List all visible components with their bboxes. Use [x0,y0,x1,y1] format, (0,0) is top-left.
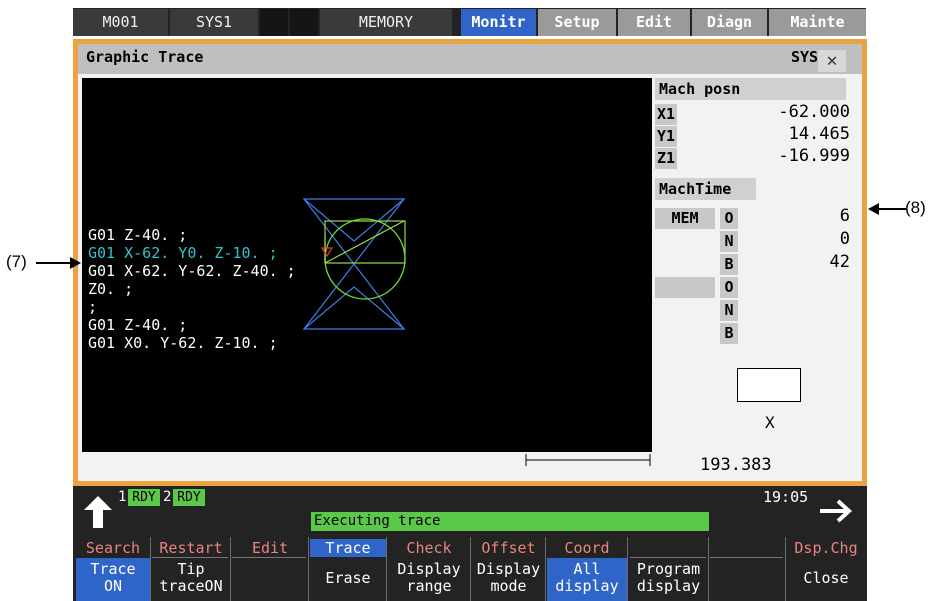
status-1-badge: RDY [128,489,160,506]
program-o-value: 6 [839,206,850,226]
run-mode-label: MEM [655,208,715,229]
status-2-number: 2 [163,489,172,505]
code-line-1: G01 Z-40. ; [88,226,188,244]
status-2-badge: RDY [173,489,205,506]
axis-y1-label: Y1 [655,126,677,147]
softkey-erase[interactable]: Erase [310,570,386,587]
machine-label: M001 [73,9,168,36]
axis-x1-value: -62.000 [778,102,850,122]
tab-edit[interactable]: Edit [618,9,690,36]
annotation-8: (8) [905,198,926,217]
status-slot-1 [260,9,288,36]
program-n-label-2: N [720,300,738,321]
code-line-4: Z0. ; [88,280,134,298]
softkey-check[interactable]: Check [388,539,470,557]
status-slot-2 [290,9,318,36]
softkey-offset[interactable]: Offset [472,539,545,557]
tab-setup[interactable]: Setup [538,9,616,36]
x-axis-label: X [765,413,775,432]
annotation-8-arrow-icon [868,203,906,215]
window-title: Graphic Trace [86,48,204,66]
program-o-label: O [720,208,738,229]
clock: 19:05 [763,488,809,506]
program-b-label-2: B [720,323,738,344]
right-arrow-icon[interactable] [818,498,854,524]
mach-posn-header: Mach posn [655,78,846,100]
softkey-restart[interactable]: Restart [152,539,230,557]
softkey-edit[interactable]: Edit [232,539,308,557]
code-line-5: ; [88,298,98,316]
axis-z1-value: -16.999 [778,146,850,166]
softkey-display-mode[interactable]: Display mode [472,558,545,601]
axis-y1-value: 14.465 [788,124,850,144]
scale-value: 193.383 [700,455,772,475]
code-line-7: G01 X0. Y-62. Z-10. ; [88,334,278,352]
softkey-search[interactable]: Search [76,539,150,557]
scale-bar [525,454,651,466]
annotation-7-arrow-icon [36,257,81,269]
softkey-program-display[interactable]: Program display [629,558,708,601]
program-b-label: B [720,254,738,275]
view-indicator-box [737,368,801,402]
code-line-3: G01 X-62. Y-62. Z-40. ; [88,262,296,280]
softkey-trace[interactable]: Trace [310,539,386,557]
softkey-coord[interactable]: Coord [547,539,627,557]
code-line-6: G01 Z-40. ; [88,316,188,334]
program-b-value: 42 [829,252,850,272]
mach-time-header: MachTime [655,178,756,200]
close-icon[interactable]: ✕ [818,50,846,72]
softkey-display-range[interactable]: Display range [388,558,470,601]
program-o-label-2: O [720,277,738,298]
program-n-value: 0 [839,229,850,249]
axis-z1-label: Z1 [655,148,677,169]
softkey-all-display[interactable]: All display [547,558,627,601]
tab-diagn[interactable]: Diagn [692,9,767,36]
softkey-dsp-chg[interactable]: Dsp.Chg [787,539,865,557]
program-n-label: N [720,231,738,252]
tab-monitr[interactable]: Monitr [461,9,536,36]
softkey-tip-trace-on[interactable]: Tip traceON [152,558,230,601]
softkey-close[interactable]: Close [787,570,865,587]
code-line-2-current: G01 X-62. Y0. Z-10. ; [88,244,278,262]
mode-label: MEMORY [320,9,452,36]
top-status-bar: M001 SYS1 MEMORY Monitr Setup Edit Diagn… [73,8,866,36]
softkey-trace-on[interactable]: Trace ON [76,558,150,601]
status-message: Executing trace [311,512,709,531]
status-1-number: 1 [118,489,127,505]
up-arrow-icon[interactable] [82,492,114,530]
axis-x1-label: X1 [655,104,677,125]
system-label: SYS1 [170,9,258,36]
run-mode-label-2 [655,277,715,298]
tab-mainte[interactable]: Mainte [769,9,866,36]
annotation-7: (7) [6,252,27,271]
